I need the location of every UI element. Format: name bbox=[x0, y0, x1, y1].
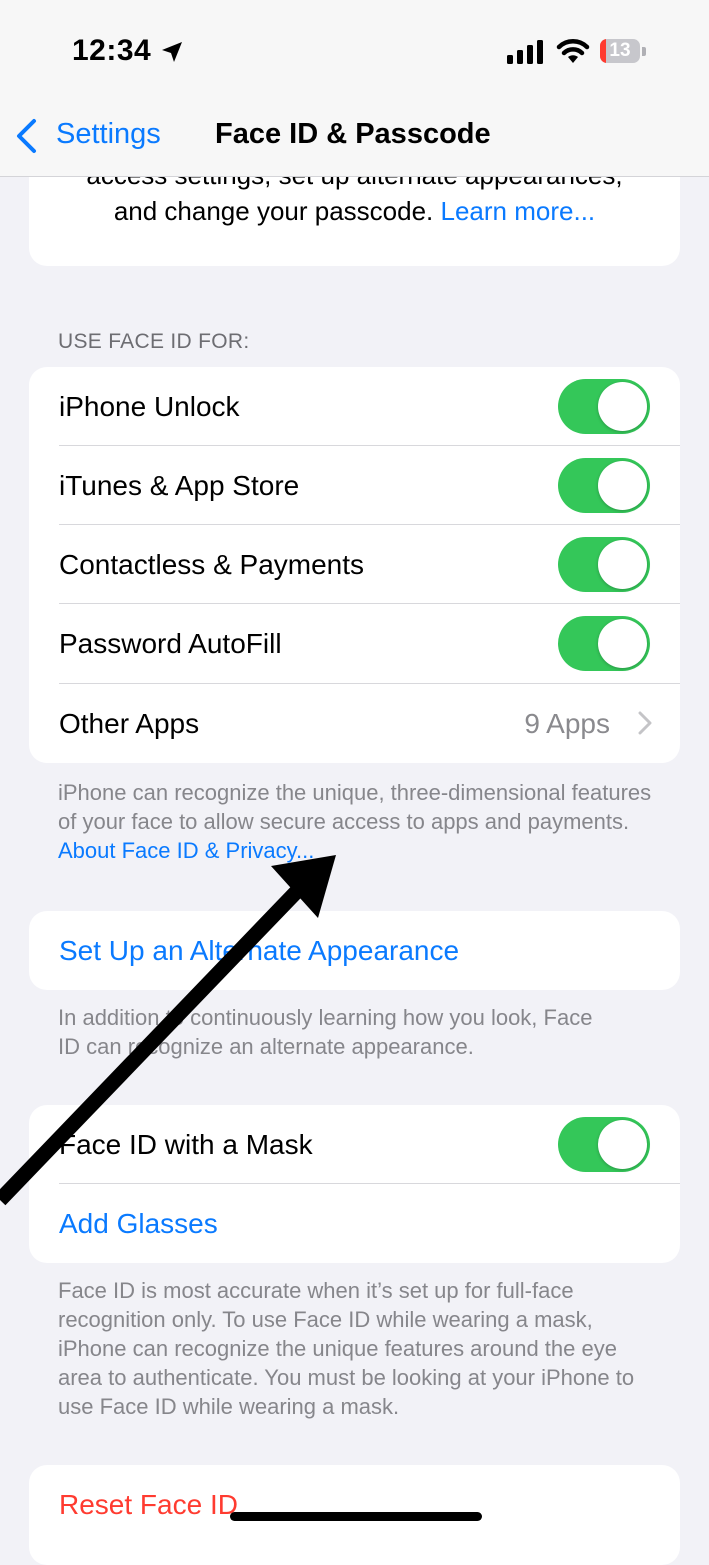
wifi-icon bbox=[556, 39, 590, 63]
row-label: Face ID with a Mask bbox=[59, 1129, 313, 1160]
itunes-app-store-toggle[interactable] bbox=[558, 458, 650, 513]
row-password-autofill[interactable]: Password AutoFill bbox=[29, 604, 680, 683]
battery-level: 13 bbox=[609, 40, 631, 61]
row-reset-face-id[interactable]: Reset Face ID bbox=[29, 1465, 680, 1544]
alternate-appearance-card: Set Up an Alternate Appearance bbox=[29, 911, 680, 990]
other-apps-count: 9 Apps bbox=[524, 708, 610, 739]
chevron-left-icon[interactable] bbox=[14, 118, 40, 154]
contactless-payments-toggle[interactable] bbox=[558, 537, 650, 592]
row-contactless-payments[interactable]: Contactless & Payments bbox=[29, 525, 680, 604]
face-id-mask-toggle[interactable] bbox=[558, 1117, 650, 1172]
row-label: Other Apps bbox=[59, 708, 200, 739]
alternate-appearance-footer: In addition to continuously learning how… bbox=[58, 1005, 593, 1059]
password-autofill-toggle[interactable] bbox=[558, 616, 650, 671]
learn-more-link[interactable]: Learn more... bbox=[441, 196, 596, 226]
row-itunes-app-store[interactable]: iTunes & App Store bbox=[29, 446, 680, 525]
battery-icon: 13 bbox=[600, 39, 646, 65]
add-glasses-button[interactable]: Add Glasses bbox=[59, 1184, 218, 1263]
mask-footer: Face ID is most accurate when it’s set u… bbox=[58, 1278, 635, 1419]
iphone-unlock-toggle[interactable] bbox=[558, 379, 650, 434]
use-face-id-footer: iPhone can recognize the unique, three-d… bbox=[58, 778, 654, 865]
row-add-glasses[interactable]: Add Glasses bbox=[29, 1184, 680, 1263]
intro-card-clip: access settings, set up alternate appear… bbox=[0, 176, 709, 266]
chevron-right-icon bbox=[638, 711, 652, 735]
intro-card: access settings, set up alternate appear… bbox=[29, 176, 680, 266]
row-label: Password AutoFill bbox=[59, 628, 282, 659]
intro-line: and change your passcode. bbox=[113, 196, 434, 226]
reset-face-id-button[interactable]: Reset Face ID bbox=[59, 1465, 238, 1544]
intro-text: and change your passcode. Learn more... bbox=[29, 194, 680, 228]
set-up-alternate-appearance-button[interactable]: Set Up an Alternate Appearance bbox=[59, 911, 459, 990]
row-label: iTunes & App Store bbox=[59, 470, 300, 501]
cellular-signal-icon bbox=[507, 40, 543, 64]
footer-text: iPhone can recognize the unique, three-d… bbox=[58, 780, 652, 834]
status-time: 12:34 bbox=[72, 34, 152, 67]
row-alternate-appearance[interactable]: Set Up an Alternate Appearance bbox=[29, 911, 680, 990]
row-iphone-unlock[interactable]: iPhone Unlock bbox=[29, 367, 680, 446]
intro-partial-line: access settings, set up alternate appear… bbox=[29, 176, 680, 192]
row-label: Contactless & Payments bbox=[59, 549, 365, 580]
back-button[interactable]: Settings bbox=[56, 118, 161, 151]
home-indicator bbox=[230, 1512, 482, 1521]
row-face-id-mask[interactable]: Face ID with a Mask bbox=[29, 1105, 680, 1184]
about-face-id-privacy-link[interactable]: About Face ID & Privacy... bbox=[58, 838, 314, 863]
mask-card: Face ID with a Mask Add Glasses bbox=[29, 1105, 680, 1263]
page-title: Face ID & Passcode bbox=[215, 118, 491, 150]
row-label: iPhone Unlock bbox=[59, 391, 240, 422]
use-face-id-card: iPhone Unlock iTunes & App Store Contact… bbox=[29, 367, 680, 763]
location-arrow-icon bbox=[162, 42, 182, 62]
section-header-use-face-id: USE FACE ID FOR: bbox=[58, 330, 250, 353]
row-other-apps[interactable]: Other Apps 9 Apps bbox=[29, 684, 680, 763]
